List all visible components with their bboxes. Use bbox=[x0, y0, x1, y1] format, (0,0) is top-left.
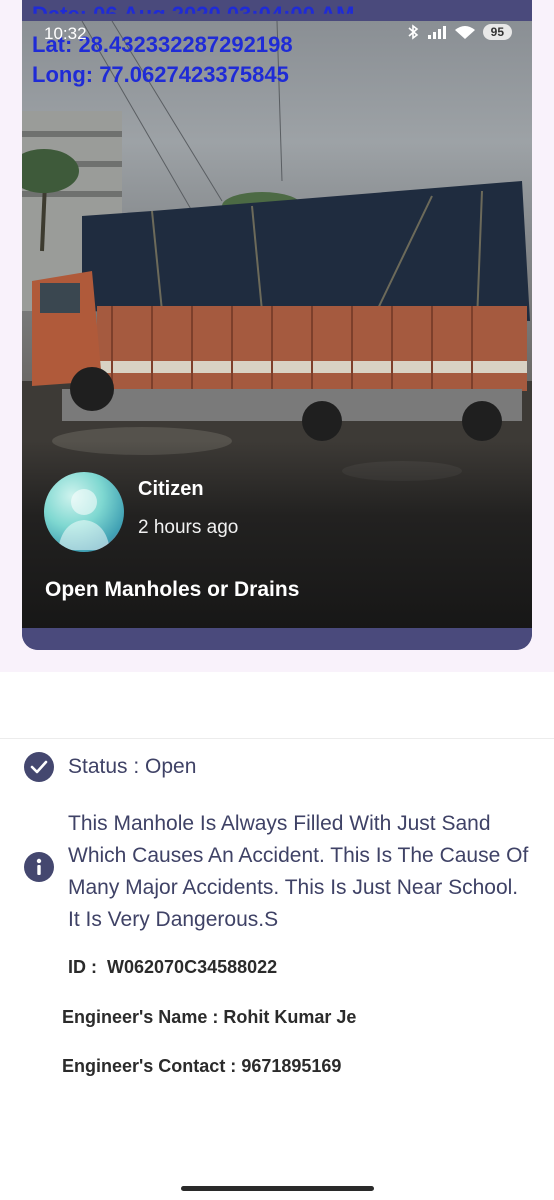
wifi-icon bbox=[454, 26, 475, 39]
complaint-id: ID : W062070C34588022 bbox=[68, 957, 277, 978]
report-card[interactable] bbox=[22, 0, 532, 650]
user-silhouette-icon bbox=[58, 489, 110, 550]
status-bar: 10:32 95 bbox=[0, 22, 554, 48]
status-time: 10:32 bbox=[44, 24, 87, 43]
status-text: Status : Open bbox=[68, 755, 197, 778]
info-icon bbox=[24, 852, 54, 882]
status-row: Status : Open bbox=[24, 752, 196, 782]
engineer-name: Engineer's Name : Rohit Kumar Je bbox=[62, 1007, 356, 1028]
complaint-description: This Manhole Is Always Filled With Just … bbox=[68, 812, 529, 931]
bluetooth-icon bbox=[408, 24, 418, 40]
section-divider bbox=[0, 738, 554, 739]
reporter-avatar[interactable] bbox=[44, 472, 124, 552]
home-indicator[interactable] bbox=[181, 1186, 374, 1191]
report-time-ago: 2 hours ago bbox=[138, 517, 239, 538]
watermark-longitude: Long: 77.0627423375845 bbox=[32, 62, 289, 87]
engineer-name-label: Engineer's Name : bbox=[62, 1007, 219, 1027]
engineer-name-value: Rohit Kumar Je bbox=[223, 1007, 357, 1027]
reporter-name: Citizen bbox=[138, 478, 204, 500]
check-circle-icon bbox=[24, 752, 54, 782]
complaint-category: Open Manholes or Drains bbox=[45, 578, 300, 601]
id-label: ID : bbox=[68, 957, 97, 977]
battery-icon: 95 bbox=[482, 24, 512, 40]
engineer-contact-label: Engineer's Contact : bbox=[62, 1056, 237, 1076]
status-icons: 95 bbox=[406, 24, 512, 40]
engineer-contact[interactable]: Engineer's Contact : 9671895169 bbox=[62, 1056, 341, 1077]
engineer-contact-value[interactable]: 9671895169 bbox=[241, 1056, 341, 1076]
card-bottom-strip bbox=[22, 628, 532, 650]
signal-icon bbox=[427, 26, 446, 39]
id-value: W062070C34588022 bbox=[107, 957, 278, 977]
